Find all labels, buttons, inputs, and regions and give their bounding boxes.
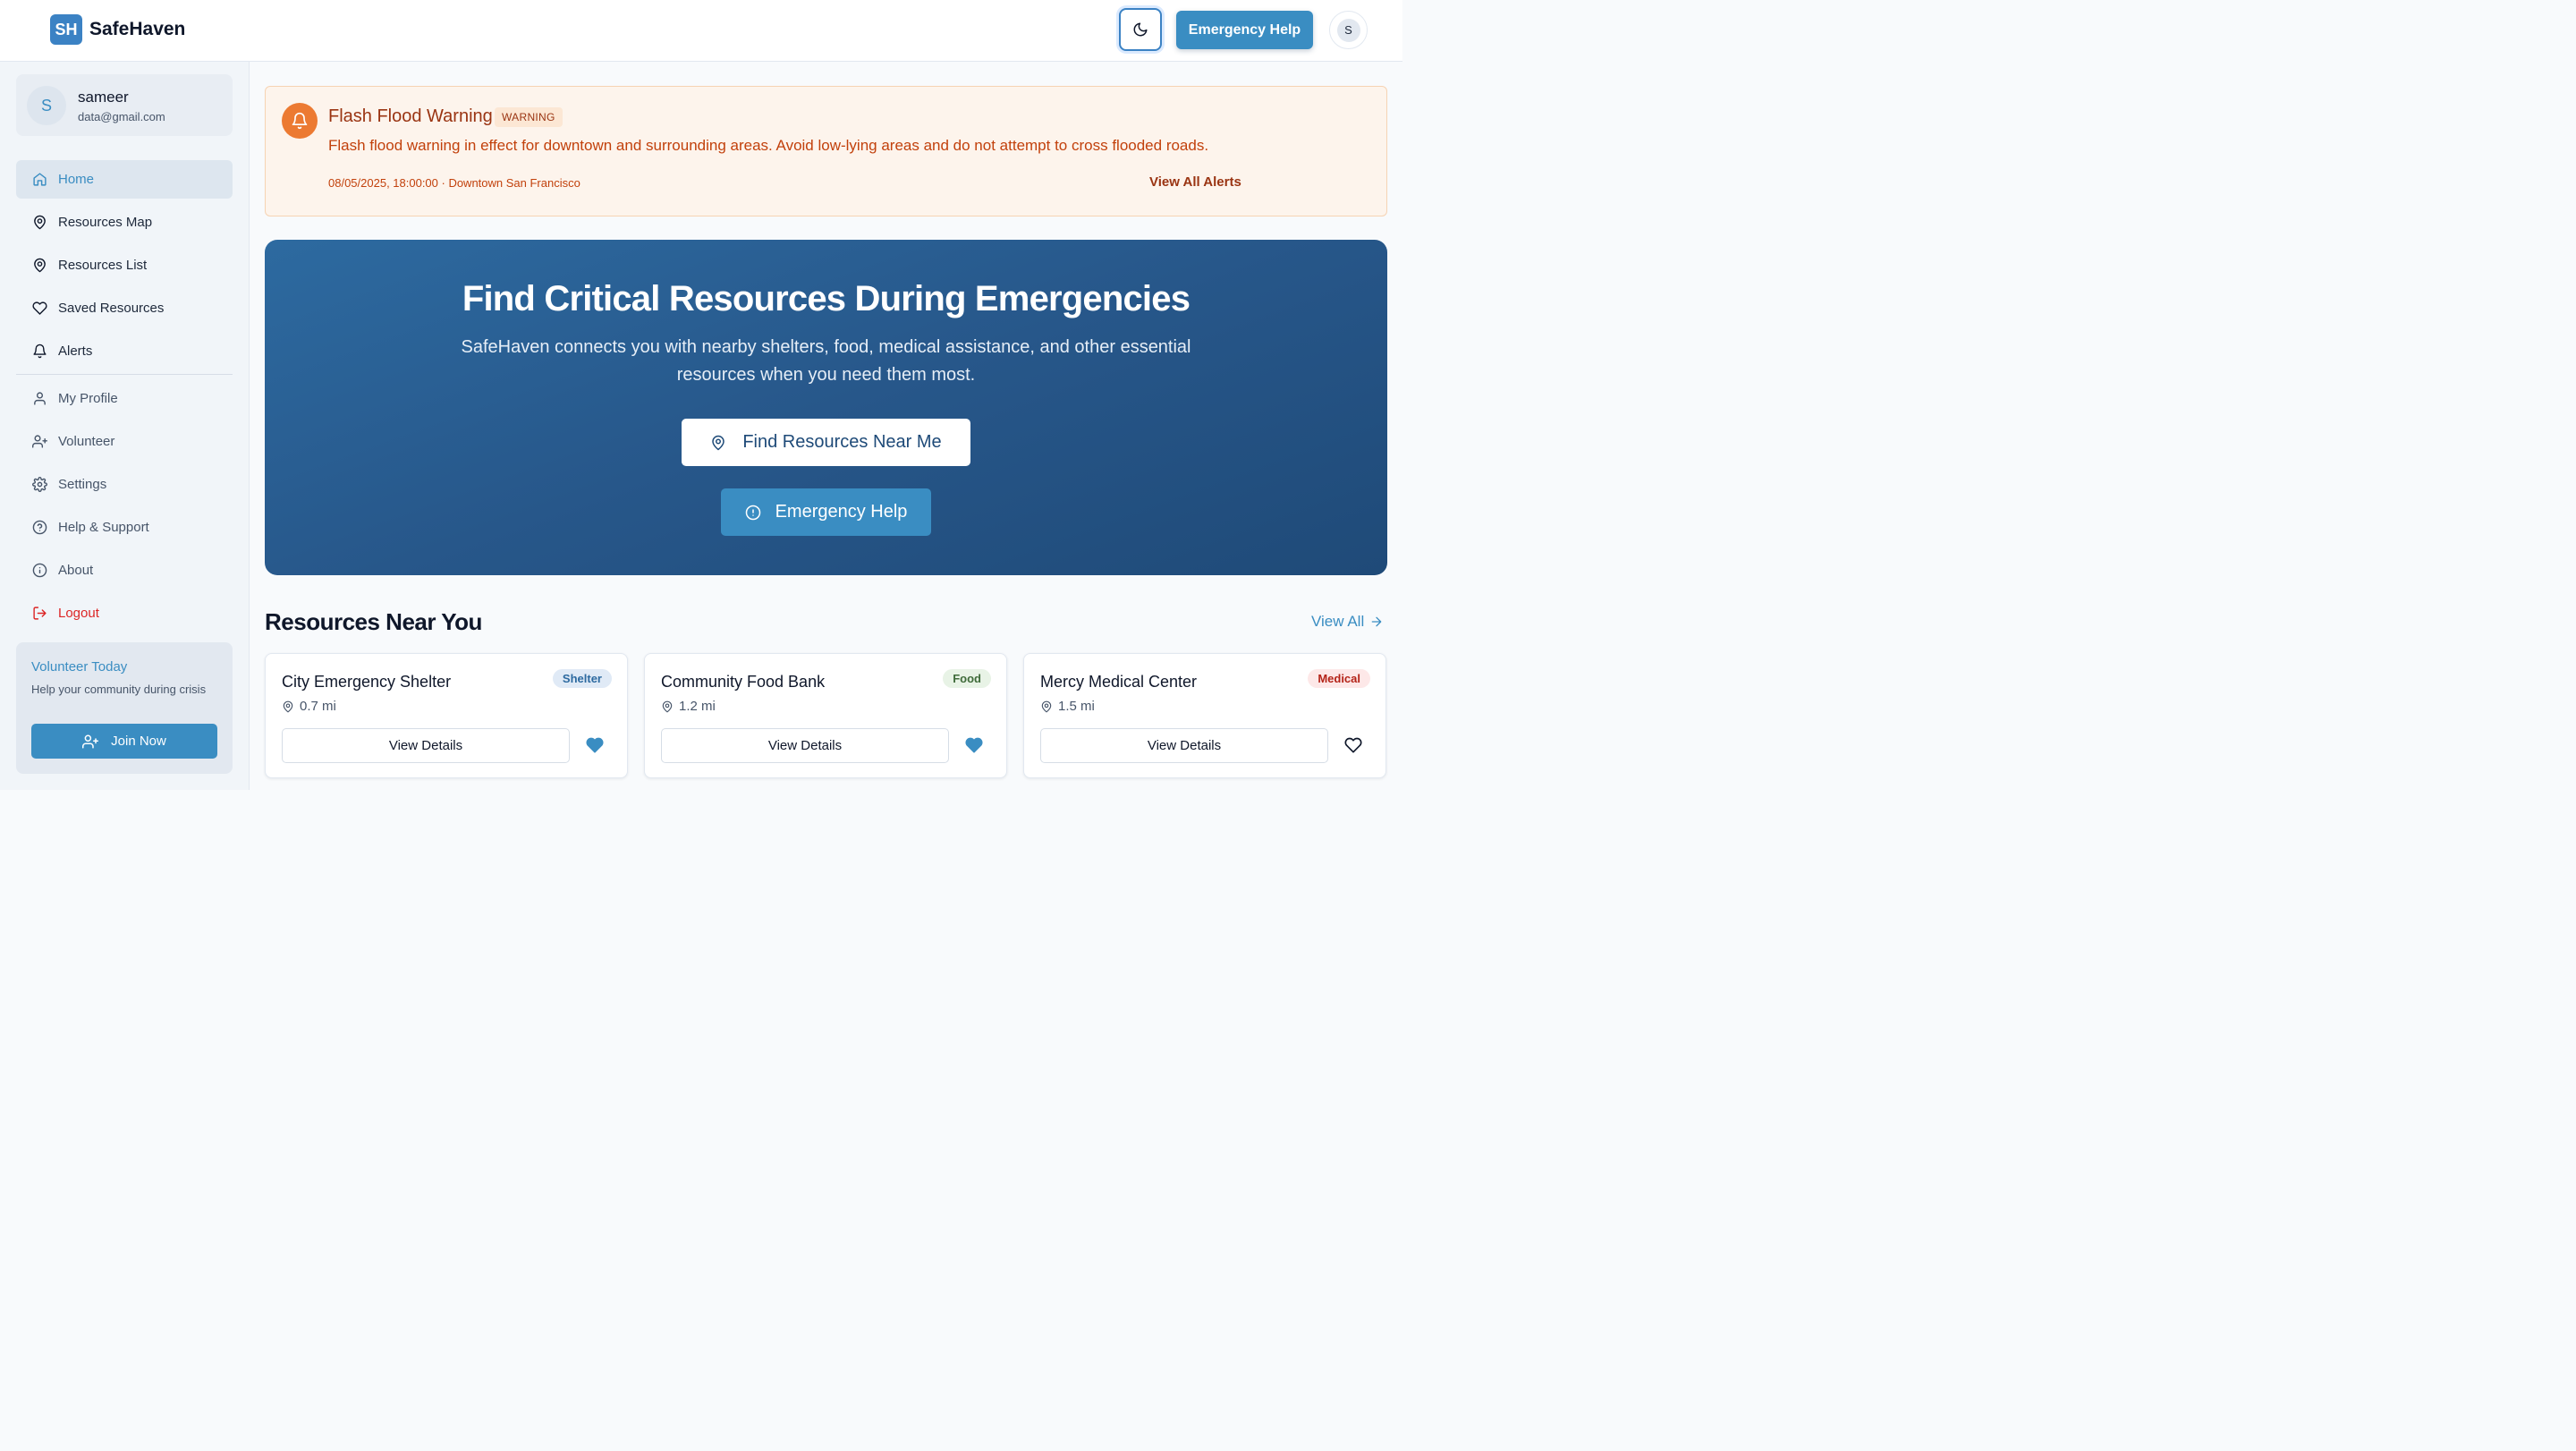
theme-toggle-button[interactable] <box>1119 8 1162 51</box>
moon-icon <box>1132 21 1148 38</box>
volunteer-title: Volunteer Today <box>31 659 128 675</box>
alert-banner: Flash Flood Warning WARNING Flash flood … <box>265 86 1387 216</box>
volunteer-card: Volunteer Today Help your community duri… <box>16 642 233 774</box>
user-avatar-button[interactable]: S <box>1329 11 1368 49</box>
view-all-label: View All <box>1311 613 1365 630</box>
sidebar-item-settings[interactable]: Settings <box>16 465 233 504</box>
map-pin-icon <box>1040 700 1058 713</box>
resource-card[interactable]: City Emergency Shelter Shelter 0.7 mi Vi… <box>265 653 628 778</box>
alert-message: Flash flood warning in effect for downto… <box>328 137 1209 154</box>
sidebar: S sameer data@gmail.com Home Resources M… <box>0 62 250 790</box>
resource-name: Community Food Bank <box>661 673 826 691</box>
info-icon <box>31 563 47 579</box>
section-title: Resources Near You <box>265 608 482 635</box>
sidebar-item-volunteer[interactable]: Volunteer <box>16 422 233 461</box>
user-avatar: S <box>27 86 66 125</box>
hero-subtitle: SafeHaven connects you with nearby shelt… <box>461 337 1191 385</box>
distance-value: 0.7 mi <box>300 699 336 714</box>
user-email: data@gmail.com <box>78 110 165 123</box>
logo-badge: SH <box>50 14 82 45</box>
sidebar-item-alerts[interactable]: Alerts <box>16 332 233 370</box>
view-details-button[interactable]: View Details <box>1040 728 1328 763</box>
sidebar-item-label: Saved Resources <box>58 301 165 316</box>
sidebar-item-label: Resources List <box>58 258 148 273</box>
sidebar-item-label: Help & Support <box>58 520 149 535</box>
sidebar-item-resources-map[interactable]: Resources Map <box>16 203 233 242</box>
sidebar-divider <box>16 374 233 375</box>
app-name: SafeHaven <box>89 19 186 39</box>
find-resources-label: Find Resources Near Me <box>742 432 942 452</box>
distance-value: 1.5 mi <box>1058 699 1095 714</box>
sidebar-item-label: Resources Map <box>58 215 153 230</box>
arrow-right-icon <box>1364 615 1384 629</box>
map-pin-icon <box>31 215 47 231</box>
sidebar-item-saved-resources[interactable]: Saved Resources <box>16 289 233 327</box>
resource-card[interactable]: Mercy Medical Center Medical 1.5 mi View… <box>1023 653 1386 778</box>
sidebar-item-about[interactable]: About <box>16 551 233 590</box>
find-resources-button[interactable]: Find Resources Near Me <box>682 419 970 466</box>
sidebar-item-label: About <box>58 563 94 578</box>
sidebar-item-label: Alerts <box>58 344 93 359</box>
user-plus-icon <box>31 434 47 450</box>
resource-card[interactable]: Community Food Bank Food 1.2 mi View Det… <box>644 653 1007 778</box>
distance-value: 1.2 mi <box>679 699 716 714</box>
hero-title: Find Critical Resources During Emergenci… <box>462 279 1191 318</box>
user-name: sameer <box>78 89 129 106</box>
sidebar-item-label: Logout <box>58 606 99 621</box>
sidebar-item-label: Settings <box>58 477 107 492</box>
gear-icon <box>31 477 47 493</box>
heart-filled-icon[interactable] <box>965 736 983 754</box>
resource-name: Mercy Medical Center <box>1040 673 1198 691</box>
top-header: SH SafeHaven Emergency Help S <box>0 0 1402 62</box>
alert-severity-badge: WARNING <box>495 107 563 127</box>
alert-circle-icon <box>745 505 775 521</box>
user-icon <box>31 391 47 407</box>
sidebar-item-resources-list[interactable]: Resources List <box>16 246 233 284</box>
map-pin-icon <box>710 435 742 451</box>
join-now-button[interactable]: Join Now <box>31 724 217 759</box>
hero-emergency-help-button[interactable]: Emergency Help <box>721 488 931 536</box>
map-pin-icon <box>661 700 679 713</box>
resource-name: City Emergency Shelter <box>282 673 452 691</box>
map-pin-icon <box>31 258 47 274</box>
view-all-link[interactable]: View All <box>1311 613 1384 631</box>
avatar: S <box>1336 18 1360 42</box>
view-details-button[interactable]: View Details <box>661 728 949 763</box>
resource-type-badge: Food <box>943 669 991 688</box>
user-plus-icon <box>82 734 111 750</box>
user-card[interactable]: S sameer data@gmail.com <box>16 74 233 136</box>
view-details-button[interactable]: View Details <box>282 728 570 763</box>
alert-meta: 08/05/2025, 18:00:00 · Downtown San Fran… <box>328 176 580 190</box>
resource-distance: 0.7 mi <box>282 699 336 714</box>
logout-icon <box>31 606 47 622</box>
resource-distance: 1.2 mi <box>661 699 716 714</box>
hero-banner: Find Critical Resources During Emergenci… <box>265 240 1387 575</box>
sidebar-item-home[interactable]: Home <box>16 160 233 199</box>
sidebar-item-label: Home <box>58 172 95 187</box>
help-circle-icon <box>31 520 47 536</box>
bell-icon <box>282 103 318 139</box>
resource-distance: 1.5 mi <box>1040 699 1095 714</box>
bell-icon <box>31 344 47 360</box>
heart-icon[interactable] <box>1344 736 1362 754</box>
home-icon <box>31 172 47 188</box>
join-now-label: Join Now <box>111 734 166 749</box>
sidebar-item-my-profile[interactable]: My Profile <box>16 379 233 418</box>
view-all-alerts-link[interactable]: View All Alerts <box>1149 174 1241 190</box>
resource-type-badge: Medical <box>1308 669 1370 688</box>
sidebar-item-label: My Profile <box>58 391 118 406</box>
logo[interactable]: SH SafeHaven <box>50 14 185 45</box>
volunteer-text: Help your community during crisis <box>31 683 207 696</box>
sidebar-item-label: Volunteer <box>58 434 115 449</box>
heart-filled-icon[interactable] <box>586 736 604 754</box>
heart-icon <box>31 301 47 317</box>
sidebar-item-help-support[interactable]: Help & Support <box>16 508 233 547</box>
map-pin-icon <box>282 700 300 713</box>
emergency-help-label: Emergency Help <box>775 502 908 522</box>
sidebar-item-logout[interactable]: Logout <box>16 594 233 632</box>
alert-title: Flash Flood Warning <box>328 106 493 126</box>
resource-type-badge: Shelter <box>552 669 612 688</box>
emergency-help-button[interactable]: Emergency Help <box>1176 11 1313 49</box>
